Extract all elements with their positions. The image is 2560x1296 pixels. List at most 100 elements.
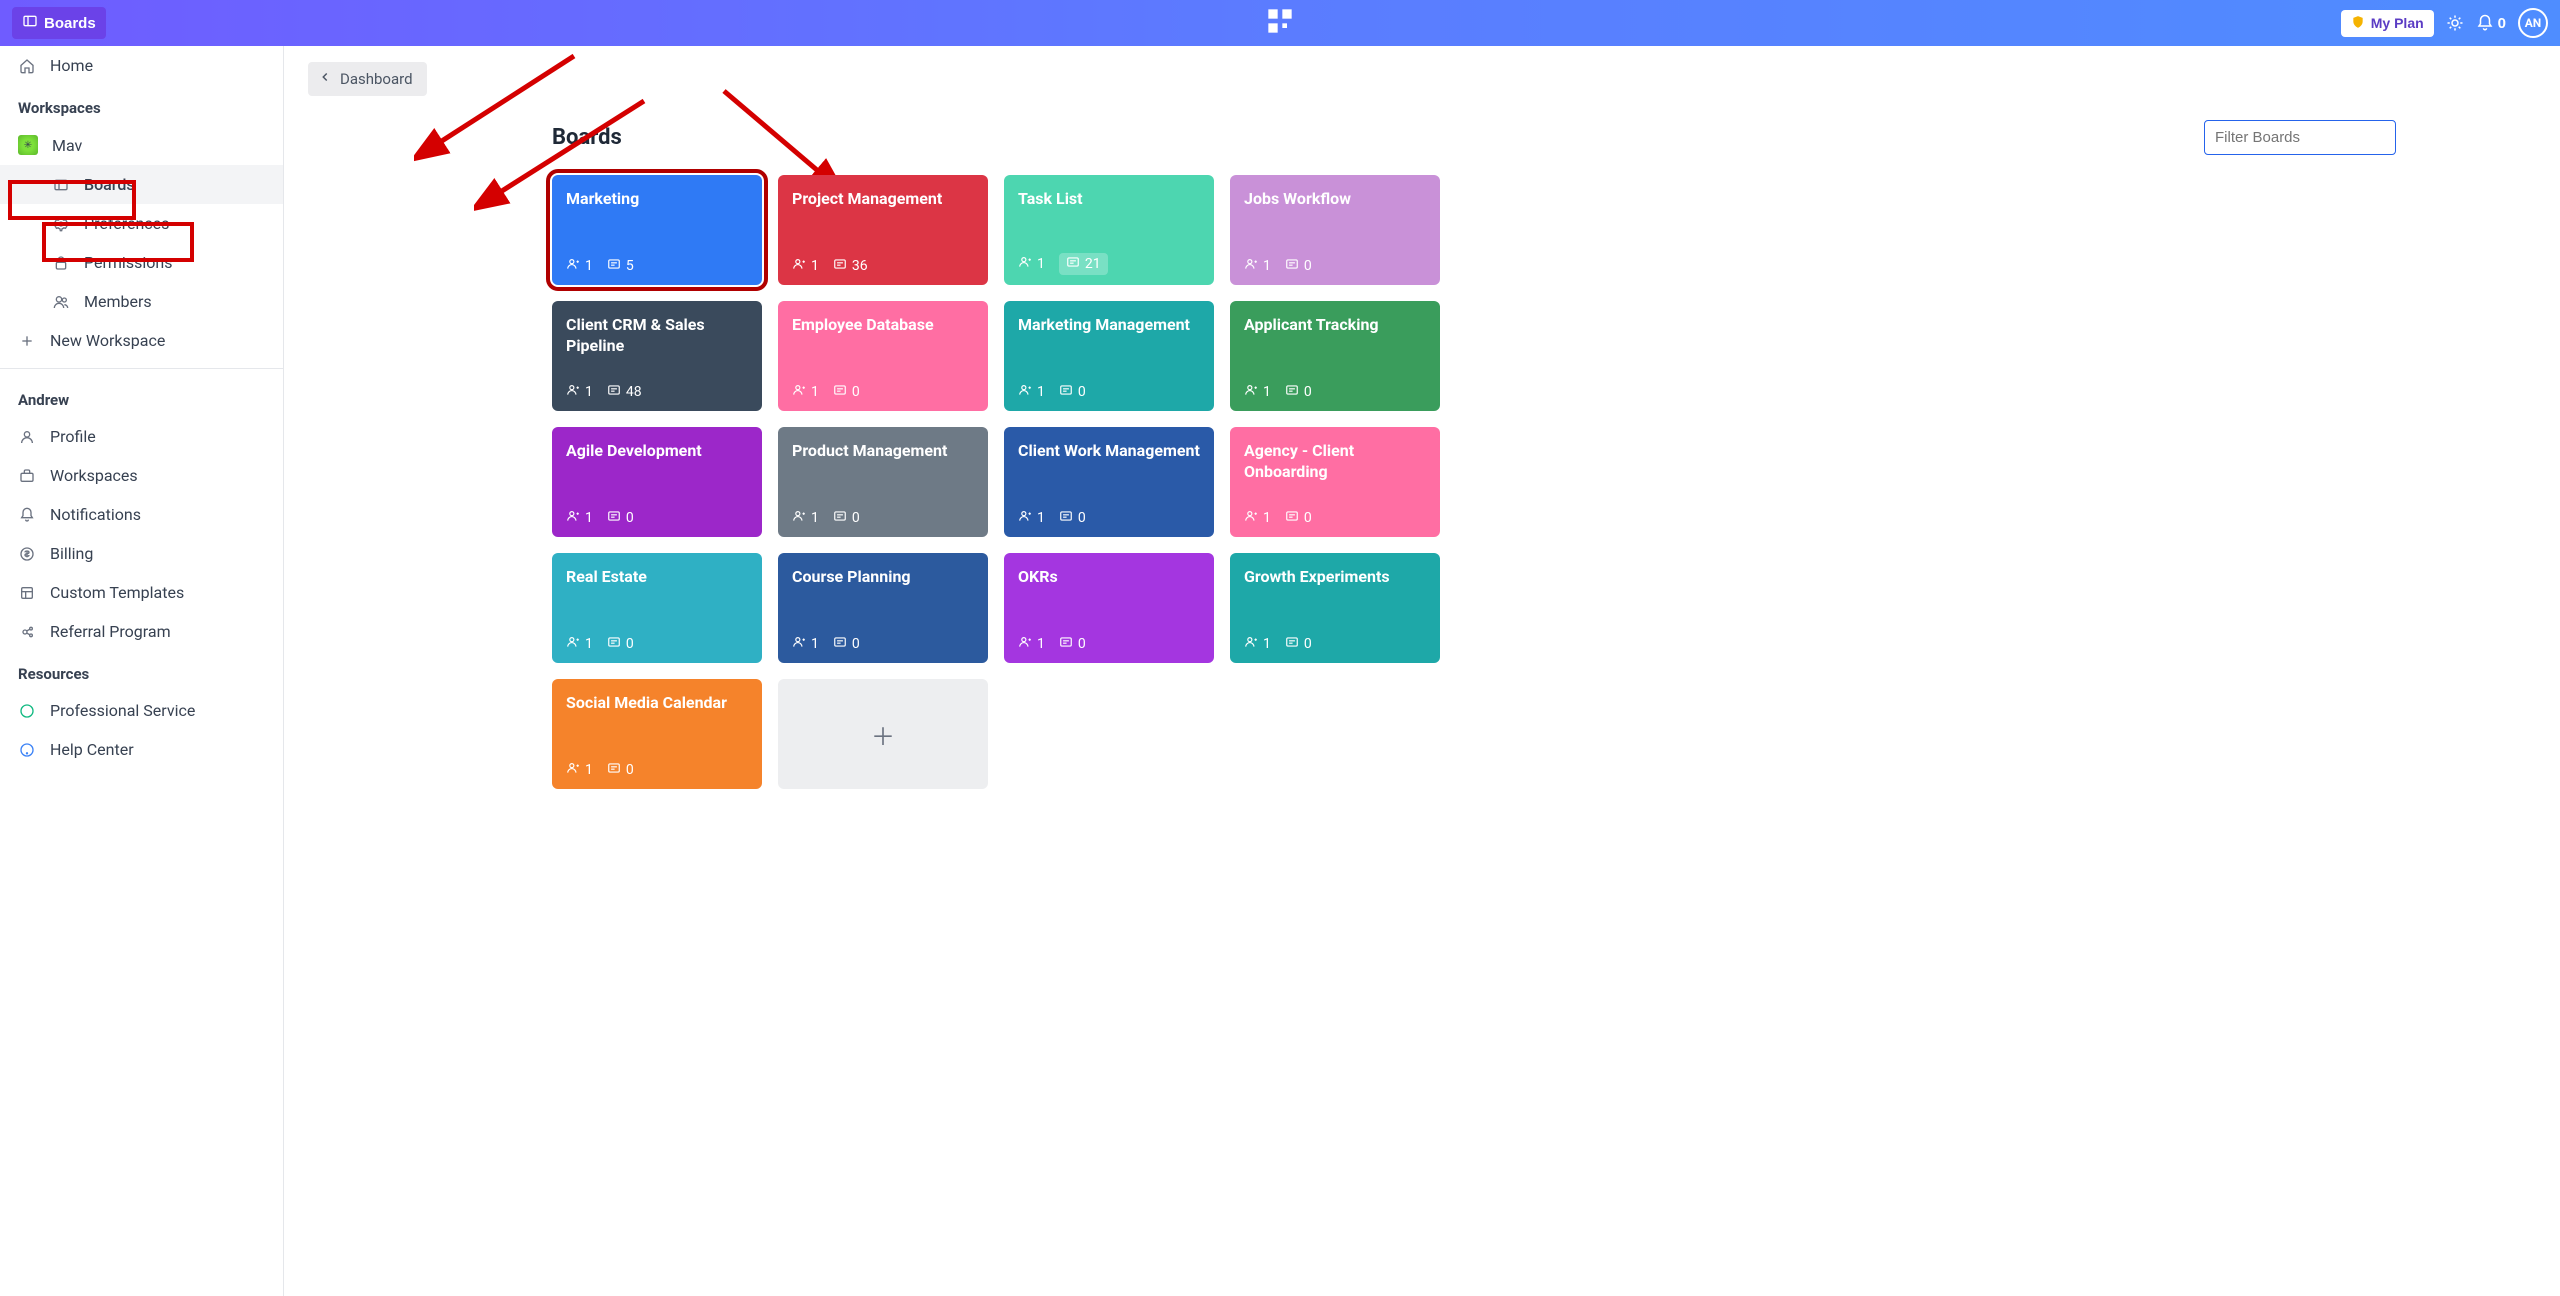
board-card[interactable]: Agile Development 10 (552, 427, 762, 537)
board-footer: 10 (792, 635, 974, 653)
board-footer: 121 (1018, 253, 1200, 275)
sidebar-item-profile[interactable]: Profile (0, 417, 283, 456)
members-icon (566, 635, 580, 653)
members-icon (52, 294, 70, 310)
board-title: Client Work Management (1018, 441, 1200, 462)
board-members-stat: 1 (1244, 635, 1271, 653)
sun-icon (2446, 14, 2464, 32)
sidebar-item-preferences[interactable]: Preferences (0, 204, 283, 243)
board-title: Marketing (566, 189, 748, 210)
board-card[interactable]: Employee Database10 (778, 301, 988, 411)
boards-icon (22, 13, 38, 33)
sidebar-item-permissions[interactable]: Permissions (0, 243, 283, 282)
breadcrumb[interactable]: Dashboard (308, 62, 427, 96)
gear-icon (52, 216, 70, 232)
board-card[interactable]: Growth Experiments10 (1230, 553, 1440, 663)
board-footer: 10 (1244, 635, 1426, 653)
sidebar-workspace-current[interactable]: ✳ Mav (0, 125, 283, 165)
sidebar-item-home[interactable]: Home (0, 46, 283, 85)
sidebar-new-workspace[interactable]: New Workspace (0, 321, 283, 360)
board-card[interactable]: Marketing 15 (552, 175, 762, 285)
board-members-stat: 1 (792, 635, 819, 653)
sidebar-item-workspaces[interactable]: Workspaces (0, 456, 283, 495)
board-title: Agile Development (566, 441, 748, 462)
board-title: Project Management (792, 189, 974, 210)
board-card[interactable]: Real Estate10 (552, 553, 762, 663)
board-card[interactable]: Applicant Tracking10 (1230, 301, 1440, 411)
add-board-button[interactable]: ＋ (778, 679, 988, 789)
board-card[interactable]: Marketing Management10 (1004, 301, 1214, 411)
referral-icon (18, 624, 36, 640)
board-card[interactable]: Client CRM & Sales Pipeline148 (552, 301, 762, 411)
board-footer: 10 (792, 509, 974, 527)
card-icon (1285, 509, 1299, 527)
board-cards-stat: 48 (607, 383, 642, 401)
board-cards-stat: 0 (1059, 635, 1086, 653)
board-card[interactable]: Client Work Management 10 (1004, 427, 1214, 537)
board-card[interactable]: Jobs Workflow10 (1230, 175, 1440, 285)
sidebar-item-help-center[interactable]: Help Center (0, 730, 283, 769)
card-icon (833, 383, 847, 401)
sidebar-item-members[interactable]: Members (0, 282, 283, 321)
notif-count: 0 (2498, 15, 2506, 32)
my-plan-button[interactable]: My Plan (2341, 10, 2434, 37)
board-members-stat: 1 (1018, 509, 1045, 527)
sidebar-item-notifications[interactable]: Notifications (0, 495, 283, 534)
sidebar-item-pro-service[interactable]: Professional Service (0, 691, 283, 730)
card-icon (1285, 257, 1299, 275)
members-icon (566, 257, 580, 275)
board-card[interactable]: Agency - Client Onboarding10 (1230, 427, 1440, 537)
notifications-button[interactable]: 0 (2476, 14, 2506, 32)
boards-icon (52, 177, 70, 193)
board-card[interactable]: Product Management10 (778, 427, 988, 537)
sidebar-item-label: New Workspace (50, 331, 165, 350)
sidebar-item-referral[interactable]: Referral Program (0, 612, 283, 651)
board-footer: 10 (566, 509, 748, 527)
person-icon (18, 429, 36, 445)
bell-icon (18, 507, 36, 523)
filter-boards-input[interactable] (2204, 120, 2396, 155)
topbar: Boards My Plan 0 AN (0, 0, 2560, 46)
board-footer: 10 (566, 761, 748, 779)
board-card[interactable]: OKRs10 (1004, 553, 1214, 663)
breadcrumb-label: Dashboard (340, 70, 413, 88)
sidebar-item-custom-templates[interactable]: Custom Templates (0, 573, 283, 612)
board-cards-stat: 0 (1285, 635, 1312, 653)
board-title: Task List (1018, 189, 1200, 210)
avatar[interactable]: AN (2518, 8, 2548, 38)
check-circle-icon (18, 703, 36, 719)
sidebar-item-label: Custom Templates (50, 583, 184, 602)
boards-nav-button[interactable]: Boards (12, 7, 106, 39)
page-title: Boards (552, 125, 622, 150)
board-title: Applicant Tracking (1244, 315, 1426, 336)
members-icon (1018, 509, 1032, 527)
board-footer: 10 (1018, 509, 1200, 527)
plus-icon: ＋ (871, 717, 895, 752)
boards-nav-label: Boards (44, 15, 96, 32)
board-card[interactable]: Course Planning10 (778, 553, 988, 663)
members-icon (1244, 635, 1258, 653)
board-card[interactable]: Task List 121 (1004, 175, 1214, 285)
app-logo[interactable] (1266, 7, 1294, 39)
sidebar-item-label: Boards (84, 175, 135, 194)
board-title: Social Media Calendar (566, 693, 748, 714)
avatar-initials: AN (2525, 16, 2542, 30)
help-icon (18, 742, 36, 758)
board-cards-stat: 0 (1059, 383, 1086, 401)
board-card[interactable]: Social Media Calendar 10 (552, 679, 762, 789)
board-members-stat: 1 (566, 509, 593, 527)
workspace-avatar-icon: ✳ (18, 135, 38, 155)
sidebar-item-boards[interactable]: Boards (0, 165, 283, 204)
board-card[interactable]: Project Management136 (778, 175, 988, 285)
sidebar-item-billing[interactable]: Billing (0, 534, 283, 573)
board-footer: 15 (566, 257, 748, 275)
card-icon (1285, 383, 1299, 401)
sidebar: Home Workspaces ✳ Mav Boards Preferences… (0, 46, 284, 1296)
board-cards-stat: 21 (1059, 253, 1108, 275)
board-cards-stat: 0 (1285, 509, 1312, 527)
board-members-stat: 1 (566, 257, 593, 275)
members-icon (792, 383, 806, 401)
board-members-stat: 1 (1244, 509, 1271, 527)
card-icon (1059, 383, 1073, 401)
theme-toggle-button[interactable] (2446, 14, 2464, 32)
